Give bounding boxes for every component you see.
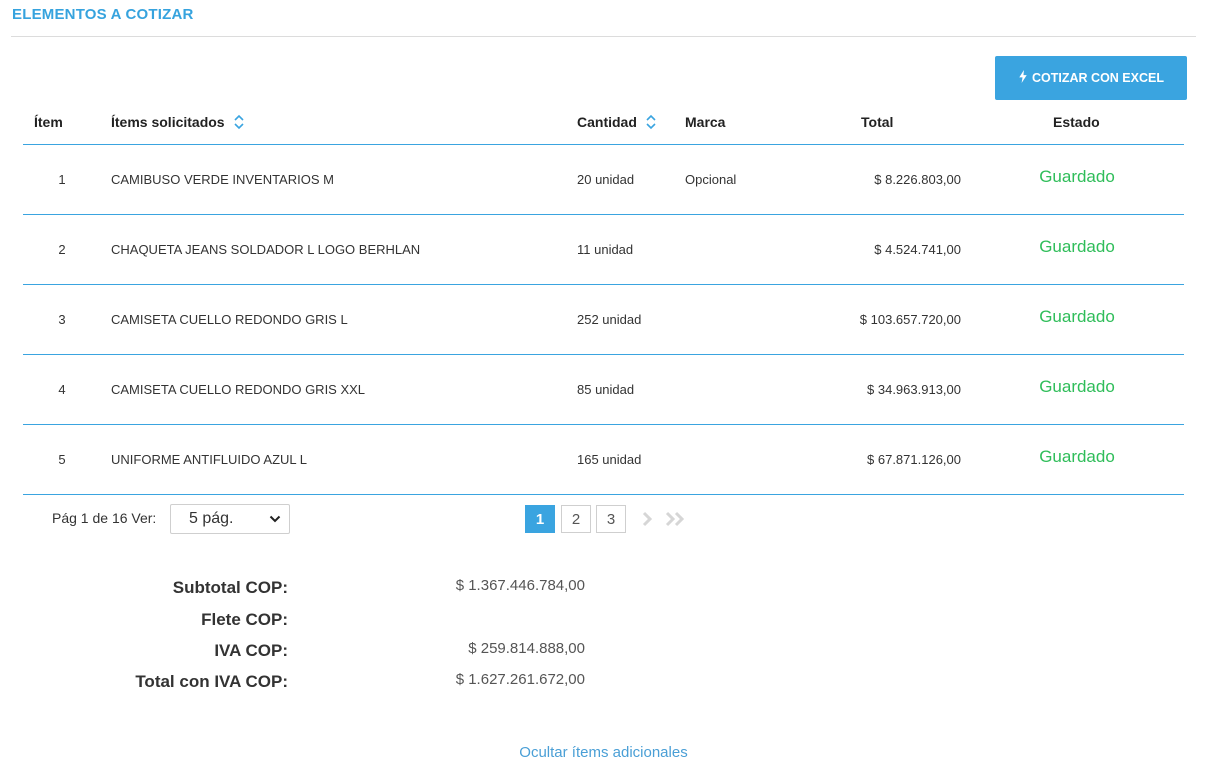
items-table: Ítem Ítems solicitados Cantidad Marca To… xyxy=(23,108,1184,495)
lightning-icon xyxy=(1018,70,1028,86)
page-button-1[interactable]: 1 xyxy=(525,505,555,533)
row-item-number: 5 xyxy=(58,452,66,467)
sort-icon[interactable] xyxy=(645,114,657,130)
row-item-name: CAMIBUSO VERDE INVENTARIOS M xyxy=(111,172,334,187)
pagination-info: Pág 1 de 16 Ver: xyxy=(52,510,157,526)
row-total: $ 103.657.720,00 xyxy=(859,312,961,327)
header-status-label: Estado xyxy=(1053,114,1100,130)
row-item-name: UNIFORME ANTIFLUIDO AZUL L xyxy=(111,452,307,467)
section-divider xyxy=(11,36,1196,37)
header-requested[interactable]: Ítems solicitados xyxy=(111,114,245,130)
row-total: $ 34.963.913,00 xyxy=(867,382,961,397)
header-total-label: Total xyxy=(861,114,894,130)
row-total: $ 67.871.126,00 xyxy=(867,452,961,467)
cotizar-excel-button[interactable]: COTIZAR CON EXCEL xyxy=(995,56,1187,100)
row-total: $ 4.524.741,00 xyxy=(874,242,961,257)
row-item-name: CAMISETA CUELLO REDONDO GRIS XXL xyxy=(111,382,366,397)
row-item-name: CAMISETA CUELLO REDONDO GRIS L xyxy=(111,312,348,327)
header-total: Total xyxy=(861,114,893,130)
subtotal-value: $ 1.367.446.784,00 xyxy=(455,577,585,594)
row-item-number: 2 xyxy=(58,242,66,257)
row-item-number: 1 xyxy=(58,172,66,187)
iva-value: $ 259.814.888,00 xyxy=(468,640,585,657)
row-quantity: 165 unidad xyxy=(577,452,642,467)
section-title: ELEMENTOS A COTIZAR xyxy=(12,6,194,23)
table-row: 2 CHAQUETA JEANS SOLDADOR L LOGO BERHLAN… xyxy=(23,215,1184,285)
row-total: $ 8.226.803,00 xyxy=(874,172,961,187)
table-header: Ítem Ítems solicitados Cantidad Marca To… xyxy=(23,108,1184,145)
header-quantity-label: Cantidad xyxy=(577,114,637,130)
row-status-button[interactable]: Guardado xyxy=(1039,307,1115,327)
header-item-label: Ítem xyxy=(34,114,63,130)
header-brand: Marca xyxy=(685,114,725,130)
chevron-down-icon xyxy=(269,515,281,523)
table-row: 3 CAMISETA CUELLO REDONDO GRIS L 252 uni… xyxy=(23,285,1184,355)
header-quantity[interactable]: Cantidad xyxy=(577,114,657,130)
row-status-button[interactable]: Guardado xyxy=(1039,377,1115,397)
header-status: Estado xyxy=(1053,114,1100,130)
per-page-value: 5 pág. xyxy=(189,510,234,527)
table-row: 5 UNIFORME ANTIFLUIDO AZUL L 165 unidad … xyxy=(23,425,1184,495)
row-quantity: 252 unidad xyxy=(577,312,642,327)
row-item-number: 4 xyxy=(58,382,66,397)
chevron-right-icon[interactable] xyxy=(640,511,654,527)
header-item: Ítem xyxy=(34,114,63,130)
table-row: 4 CAMISETA CUELLO REDONDO GRIS XXL 85 un… xyxy=(23,355,1184,425)
header-requested-label: Ítems solicitados xyxy=(111,114,225,130)
row-quantity: 11 unidad xyxy=(577,242,634,257)
per-page-select[interactable]: 5 pág. xyxy=(170,504,290,534)
row-quantity: 85 unidad xyxy=(577,382,635,397)
row-item-number: 3 xyxy=(58,312,66,327)
page-button-2[interactable]: 2 xyxy=(561,505,591,533)
cotizar-excel-label: COTIZAR CON EXCEL xyxy=(1032,71,1164,85)
row-status-button[interactable]: Guardado xyxy=(1039,237,1115,257)
table-row: 1 CAMIBUSO VERDE INVENTARIOS M 20 unidad… xyxy=(23,145,1184,215)
row-item-name: CHAQUETA JEANS SOLDADOR L LOGO BERHLAN xyxy=(111,242,421,257)
header-brand-label: Marca xyxy=(685,114,726,130)
row-status-button[interactable]: Guardado xyxy=(1039,447,1115,467)
row-status-button[interactable]: Guardado xyxy=(1039,167,1115,187)
hide-additional-items-link[interactable]: Ocultar ítems adicionales xyxy=(0,744,1207,761)
sort-icon[interactable] xyxy=(233,114,245,130)
page-button-3[interactable]: 3 xyxy=(596,505,626,533)
total-iva-value: $ 1.627.261.672,00 xyxy=(455,671,585,688)
freight-label: Flete COP: xyxy=(201,610,288,629)
double-chevron-right-icon[interactable] xyxy=(664,511,688,527)
row-quantity: 20 unidad xyxy=(577,172,635,187)
row-brand: Opcional xyxy=(685,172,737,187)
